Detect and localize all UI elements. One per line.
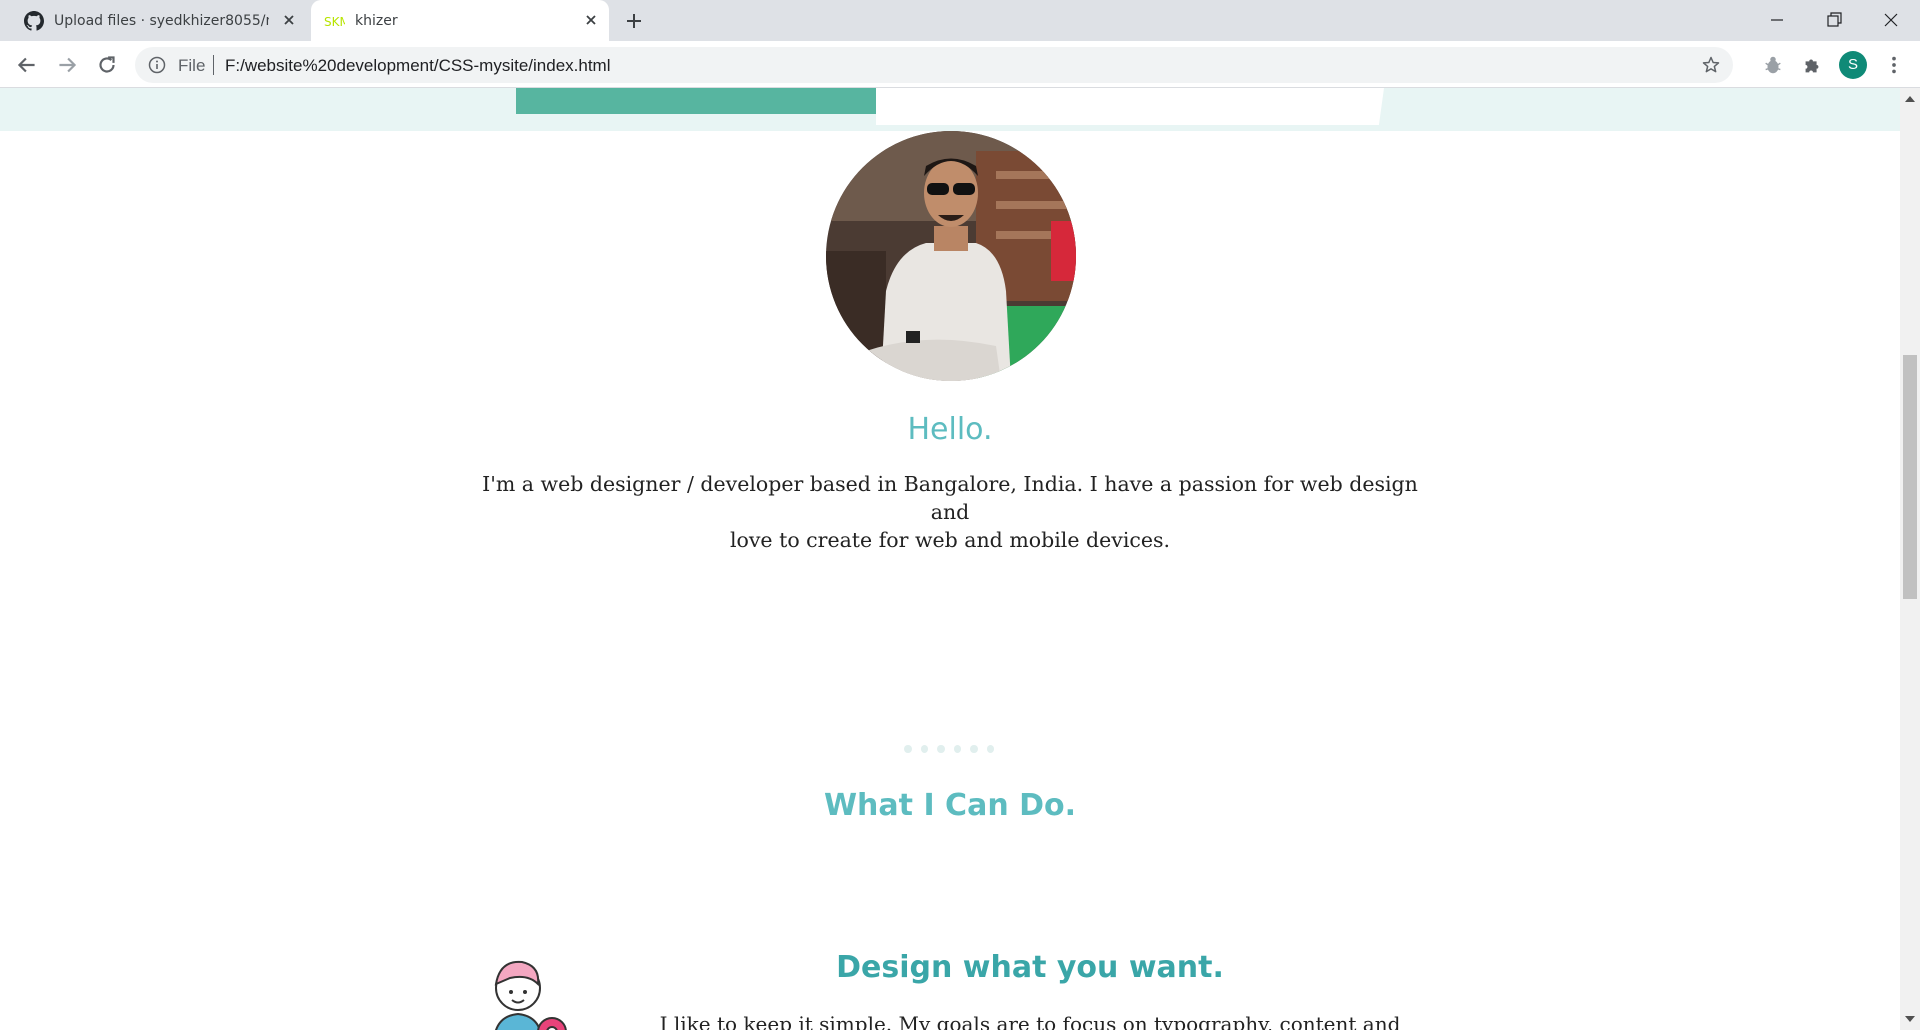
site-favicon: SKM	[324, 15, 345, 29]
star-icon[interactable]	[1701, 55, 1721, 75]
divider-dot	[953, 745, 961, 753]
kebab-menu-icon[interactable]	[1883, 54, 1905, 76]
skills-section-heading: What I Can Do.	[823, 788, 1077, 823]
github-icon	[24, 10, 44, 31]
divider-dot	[937, 745, 945, 753]
tab-strip: Upload files · syedkhizer8055/my SKM khi…	[0, 0, 1920, 41]
tab-title: khizer	[355, 12, 398, 29]
svg-text:SKM: SKM	[324, 15, 345, 29]
divider-dot	[986, 745, 994, 753]
minimize-icon[interactable]	[1765, 8, 1789, 32]
profile-photo-image	[826, 131, 1076, 381]
hello-heading: Hello.	[907, 412, 993, 447]
page-viewport: Hello. I'm a web designer / developer ba…	[0, 88, 1900, 1030]
designer-illustration-icon	[494, 960, 567, 1030]
skill-heading: Design what you want.	[836, 950, 1224, 985]
reload-icon[interactable]	[94, 52, 120, 78]
close-icon[interactable]	[1879, 8, 1903, 32]
tab-title: Upload files · syedkhizer8055/my	[54, 12, 269, 29]
intro-line: I'm a web designer / developer based in …	[482, 472, 1418, 524]
profile-photo	[826, 131, 1076, 381]
section-divider-dots	[904, 745, 994, 753]
scrollbar-thumb[interactable]	[1903, 355, 1917, 599]
back-icon[interactable]	[14, 52, 40, 78]
restore-icon[interactable]	[1822, 8, 1846, 32]
bug-extension-icon[interactable]	[1762, 54, 1784, 76]
intro-line: love to create for web and mobile device…	[729, 528, 1171, 552]
omnibox-separator	[213, 55, 214, 75]
skill-description: I like to keep it simple. My goals are t…	[659, 1012, 1401, 1030]
address-bar[interactable]: File F:/website%20development/CSS-mysite…	[135, 47, 1733, 83]
extensions-puzzle-icon[interactable]	[1801, 54, 1823, 76]
page-scrollbar[interactable]	[1900, 88, 1920, 1030]
profile-avatar[interactable]: S	[1839, 51, 1867, 79]
tab-github-upload[interactable]: Upload files · syedkhizer8055/my	[12, 0, 307, 41]
scroll-up-icon[interactable]	[1904, 94, 1916, 104]
close-tab-icon[interactable]	[583, 12, 599, 28]
scroll-down-icon[interactable]	[1904, 1014, 1916, 1024]
new-tab-icon[interactable]	[622, 9, 646, 33]
close-tab-icon[interactable]	[281, 12, 297, 28]
tab-khizer[interactable]: SKM khizer	[311, 0, 609, 41]
intro-paragraph: I'm a web designer / developer based in …	[480, 470, 1420, 554]
forward-icon[interactable]	[54, 52, 80, 78]
url-text[interactable]: F:/website%20development/CSS-mysite/inde…	[225, 56, 611, 76]
divider-dot	[920, 745, 928, 753]
info-icon[interactable]	[148, 56, 166, 74]
divider-dot	[970, 745, 978, 753]
hero-device-shape	[876, 88, 1384, 125]
scheme-label: File	[178, 56, 206, 75]
divider-dot	[904, 745, 912, 753]
browser-toolbar: File F:/website%20development/CSS-mysite…	[0, 41, 1920, 88]
